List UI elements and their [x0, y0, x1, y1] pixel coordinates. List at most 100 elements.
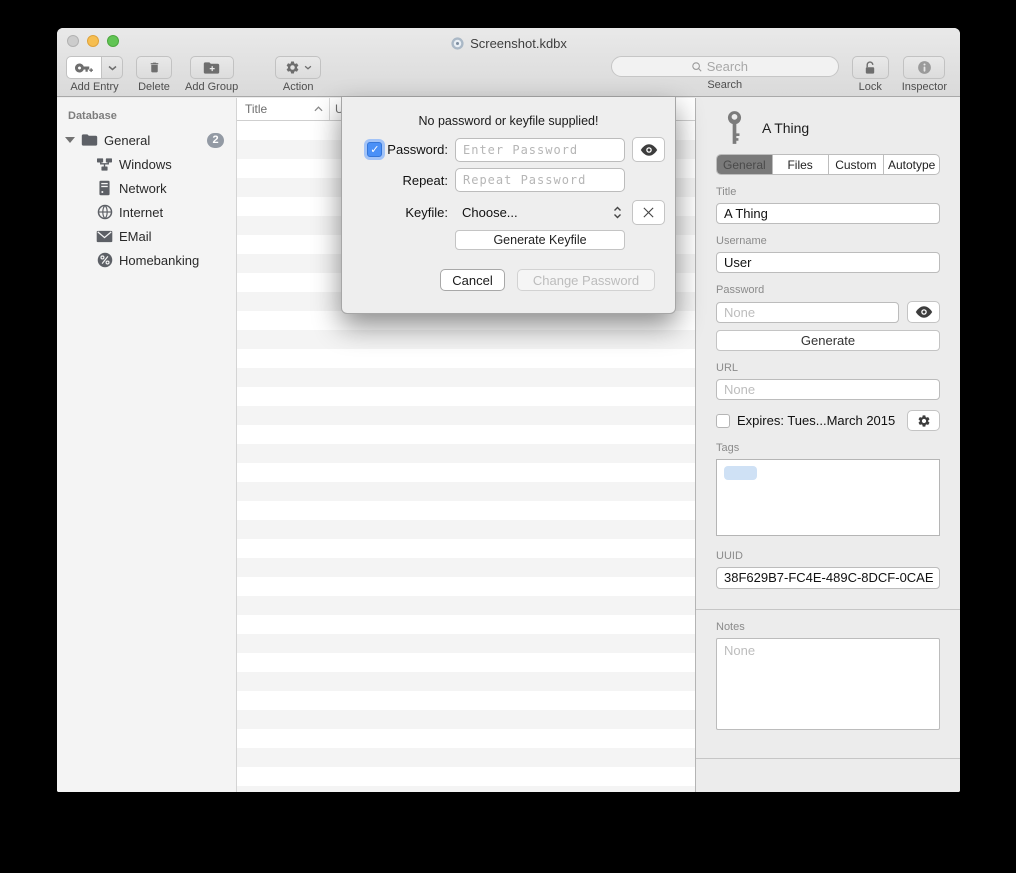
change-password-button[interactable]: Change Password	[517, 269, 655, 291]
add-entry-label: Add Entry	[70, 81, 118, 93]
add-group-label: Add Group	[185, 81, 238, 93]
password-checkbox[interactable]: ✓	[367, 142, 382, 157]
sidebar-item-windows[interactable]: Windows	[57, 152, 236, 176]
traffic-lights	[67, 35, 119, 47]
repeat-label: Repeat:	[402, 173, 448, 188]
popup-stepper-icon	[613, 206, 622, 219]
lock-item: Lock	[852, 56, 889, 93]
generate-password-button[interactable]: Generate	[716, 330, 940, 351]
change-password-sheet: No password or keyfile supplied! ✓ Passw…	[341, 97, 676, 314]
clear-keyfile-button[interactable]	[632, 200, 665, 225]
tab-custom[interactable]: Custom	[828, 155, 884, 174]
cancel-button[interactable]: Cancel	[440, 269, 505, 291]
window-title-group: Screenshot.kdbx	[450, 36, 567, 51]
close-button[interactable]	[67, 35, 79, 47]
sidebar-item-general[interactable]: General 2	[57, 128, 236, 152]
inspector-label: Inspector	[902, 81, 947, 93]
section-divider	[696, 609, 960, 610]
username-label: Username	[716, 235, 940, 247]
tags-field[interactable]	[716, 459, 940, 536]
zoom-button[interactable]	[107, 35, 119, 47]
inspector-header: A Thing	[716, 109, 940, 146]
delete-label: Delete	[138, 81, 170, 93]
notes-textarea[interactable]: None	[716, 638, 940, 730]
tab-autotype[interactable]: Autotype	[883, 155, 939, 174]
toolbar-right-group: Search Lock	[611, 56, 947, 93]
enter-password-input[interactable]	[455, 138, 625, 162]
sidebar-item-internet[interactable]: Internet	[57, 200, 236, 224]
add-entry-dropdown-button[interactable]	[102, 56, 123, 79]
add-group-item: Add Group	[185, 56, 238, 96]
folder-plus-icon	[203, 61, 220, 75]
action-label: Action	[283, 81, 314, 93]
password-row: ✓ Password:	[342, 137, 675, 162]
window-chrome: Screenshot.kdbx	[57, 28, 960, 97]
tags-label: Tags	[716, 442, 940, 454]
uuid-field[interactable]: 38F629B7-FC4E-489C-8DCF-0CAE	[716, 567, 940, 589]
search-icon	[691, 61, 703, 73]
sidebar-item-email[interactable]: EMail	[57, 224, 236, 248]
action-item: Action	[275, 56, 321, 96]
tag-token[interactable]	[724, 466, 757, 480]
inspector-button[interactable]	[903, 56, 945, 79]
toolbar: Add Entry Delete Add Group	[57, 54, 960, 96]
sidebar-item-label: Network	[119, 181, 167, 196]
globe-icon	[96, 204, 113, 221]
keyfile-popup-button[interactable]: Choose...	[455, 205, 625, 220]
password-label: Password	[716, 284, 940, 296]
search-item: Search	[611, 56, 839, 93]
generate-keyfile-row: Generate Keyfile	[342, 230, 675, 250]
sidebar-item-label: Homebanking	[119, 253, 199, 268]
password-field[interactable]	[716, 302, 899, 323]
generate-keyfile-button[interactable]: Generate Keyfile	[455, 230, 625, 250]
url-label: URL	[716, 362, 940, 374]
delete-button[interactable]	[136, 56, 172, 79]
gear-icon	[285, 60, 300, 75]
expires-row: Expires: Tues...March 2015	[716, 410, 940, 431]
reveal-password-button[interactable]	[907, 301, 940, 323]
folder-icon	[81, 132, 98, 149]
url-field[interactable]	[716, 379, 940, 400]
windows-group-icon	[96, 156, 113, 173]
titlebar[interactable]: Screenshot.kdbx	[57, 28, 960, 54]
minimize-button[interactable]	[87, 35, 99, 47]
column-header-title[interactable]: Title	[237, 98, 330, 120]
expires-checkbox[interactable]	[716, 414, 730, 428]
info-icon	[917, 60, 932, 75]
delete-item: Delete	[136, 56, 172, 96]
sidebar-header: Database	[57, 106, 236, 128]
entry-count-badge: 2	[207, 133, 224, 148]
action-button[interactable]	[275, 56, 321, 79]
tab-files[interactable]: Files	[772, 155, 828, 174]
sheet-message: No password or keyfile supplied!	[342, 114, 675, 128]
sort-ascending-icon	[314, 106, 323, 112]
reveal-password-button[interactable]	[632, 137, 665, 162]
percent-circle-icon	[96, 252, 113, 269]
sidebar-item-homebanking[interactable]: Homebanking	[57, 248, 236, 272]
lock-label: Lock	[859, 81, 882, 93]
macpass-window: Screenshot.kdbx	[57, 28, 960, 792]
search-label: Search	[707, 79, 742, 91]
lock-button[interactable]	[852, 56, 889, 79]
tab-general[interactable]: General	[717, 155, 772, 174]
inspector-tabs: General Files Custom Autotype	[716, 154, 940, 175]
chevron-down-icon	[304, 65, 312, 70]
add-group-button[interactable]	[190, 56, 234, 79]
sheet-actions: Cancel Change Password	[342, 269, 655, 291]
sidebar-item-label: Windows	[119, 157, 172, 172]
add-entry-button[interactable]	[66, 56, 102, 79]
repeat-password-input[interactable]	[455, 168, 625, 192]
username-field[interactable]	[716, 252, 940, 273]
title-label: Title	[716, 186, 940, 198]
entry-title: A Thing	[762, 120, 809, 136]
keyfile-label: Keyfile:	[405, 205, 448, 220]
keyfile-row: Keyfile: Choose...	[342, 200, 675, 225]
title-field[interactable]	[716, 203, 940, 224]
sidebar-item-network[interactable]: Network	[57, 176, 236, 200]
expires-settings-button[interactable]	[907, 410, 940, 431]
gear-icon	[917, 414, 931, 428]
section-divider	[696, 758, 960, 759]
search-input[interactable]	[707, 59, 759, 74]
disclosure-triangle-icon[interactable]	[65, 137, 75, 143]
search-field[interactable]	[611, 56, 839, 77]
